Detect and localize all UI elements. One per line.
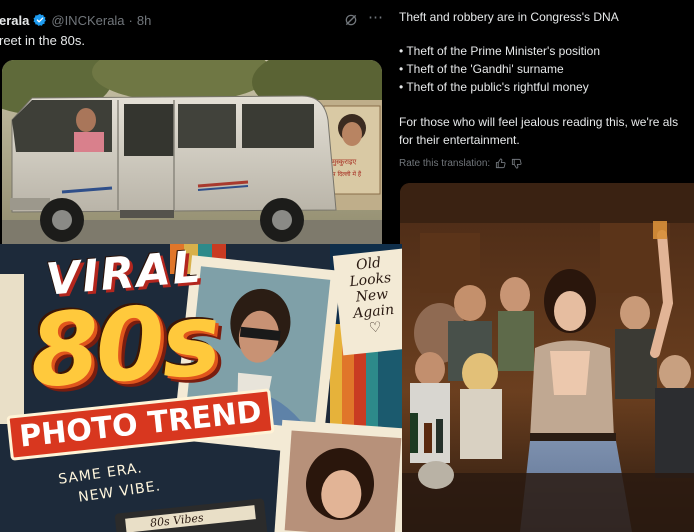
right-post[interactable]: Theft and robbery are in Congress's DNA …: [392, 0, 694, 182]
translation-bullet: • Theft of the public's rightful money: [399, 80, 589, 94]
author-name[interactable]: erala: [0, 13, 29, 28]
post-text: reet in the 80s.: [0, 33, 85, 48]
rate-translation-label: Rate this translation:: [399, 158, 491, 169]
author-handle[interactable]: @INCKerala: [51, 13, 124, 28]
rate-translation: Rate this translation:: [399, 158, 522, 169]
translation-bullet: • Theft of the 'Gandhi' surname: [399, 62, 564, 76]
left-post[interactable]: erala @INCKerala · 8h ⋯ reet in the 80s.: [0, 0, 392, 245]
verified-badge-icon: [33, 13, 47, 26]
poster-note-text: Old Looks New Again: [348, 254, 395, 323]
post-header: erala @INCKerala · 8h ⋯: [0, 8, 392, 30]
more-icon[interactable]: ⋯: [368, 8, 384, 26]
heart-icon: ♡: [368, 319, 383, 337]
grok-icon[interactable]: [344, 13, 358, 27]
post-timestamp[interactable]: 8h: [137, 13, 151, 28]
van-photo[interactable]: मुस्कुराइए आप दिल्ली में हैं: [2, 60, 382, 245]
translation-line: Theft and robbery are in Congress's DNA: [399, 10, 619, 24]
thumbs-down-icon[interactable]: [511, 158, 522, 169]
translation-bullet: • Theft of the Prime Minister's position: [399, 44, 601, 58]
poster-note: Old Looks New Again ♡: [342, 254, 402, 339]
poster-80s-heading: 80s: [26, 280, 221, 411]
hoarding-line-1: मुस्कुराइए: [332, 158, 356, 166]
separator-dot: ·: [128, 12, 133, 28]
translation-line: For those who will feel jealous reading …: [399, 115, 679, 129]
translation-line: for their entertainment.: [399, 133, 520, 147]
bar-scene-photo[interactable]: [400, 183, 694, 532]
thumbs-up-icon[interactable]: [495, 158, 506, 169]
